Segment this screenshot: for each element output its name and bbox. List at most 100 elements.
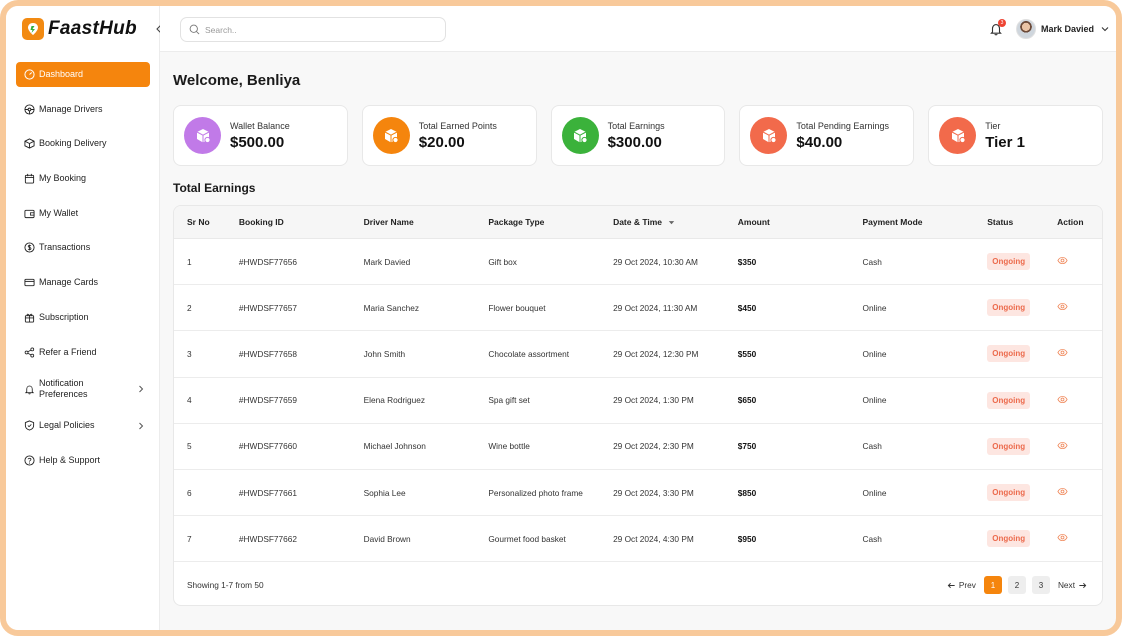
cell-status: Ongoing: [974, 253, 1044, 271]
page-button-1[interactable]: 1: [983, 576, 1002, 594]
sidebar-item-my-wallet[interactable]: My Wallet: [16, 201, 150, 226]
view-icon[interactable]: [1057, 255, 1068, 266]
search-input[interactable]: [205, 24, 425, 35]
prev-page-button[interactable]: Prev: [945, 580, 978, 590]
column-header: Package Type: [488, 217, 545, 227]
stats-row: Wallet Balance $500.00 Total Earned Poin…: [173, 105, 1103, 166]
app-frame: FaastHub Dashboard Manage Drivers Bookin…: [0, 0, 1122, 636]
user-menu[interactable]: Mark Davied: [1016, 18, 1110, 40]
view-icon[interactable]: [1057, 486, 1068, 497]
sidebar-item-help-support[interactable]: Help & Support: [16, 448, 150, 473]
notification-count-badge: 3: [998, 19, 1006, 27]
sidebar-item-manage-drivers[interactable]: Manage Drivers: [16, 97, 150, 122]
column-header-sortable[interactable]: Date & Time: [600, 217, 725, 227]
section-title: Total Earnings: [173, 181, 256, 195]
cell-status: Ongoing: [974, 530, 1044, 548]
cell-status: Ongoing: [974, 299, 1044, 317]
chevron-down-icon: [1101, 27, 1109, 32]
search-box[interactable]: [180, 17, 446, 42]
column-header: Booking ID: [238, 217, 284, 227]
cell-amount: $850: [737, 487, 757, 498]
status-badge: Ongoing: [987, 253, 1031, 271]
cell-date-time: 29 Oct 2024, 2:30 PM: [613, 441, 694, 452]
sidebar-item-label: Transactions: [39, 242, 91, 253]
view-icon[interactable]: [1057, 347, 1068, 358]
stat-card-total-pending-earnings: Total Pending Earnings $40.00: [739, 105, 915, 166]
cell-status: Ongoing: [974, 437, 1044, 455]
cell-amount: $450: [737, 302, 757, 313]
cell-action: [1044, 532, 1102, 545]
cell-amount: $650: [737, 395, 757, 406]
sidebar-item-transactions[interactable]: Transactions: [16, 235, 150, 260]
search-icon: [189, 24, 200, 35]
topbar: 3 Mark Davied: [160, 6, 1116, 52]
cell-amount: $550: [737, 348, 757, 359]
cell-date-time: 29 Oct 2024, 1:30 PM: [613, 395, 694, 406]
cell-date-time: 29 Oct 2024, 3:30 PM: [613, 487, 694, 498]
stat-label: Tier: [985, 120, 1001, 131]
status-badge: Ongoing: [987, 484, 1031, 502]
box-icon: [23, 138, 35, 150]
logo-icon: [22, 18, 44, 40]
cell-booking-id: #HWDSF77662: [238, 533, 298, 544]
cell-booking-id: #HWDSF77658: [238, 348, 298, 359]
cell-driver-name: Sophia Lee: [363, 487, 406, 498]
cell-action: [1044, 255, 1102, 268]
table-row: 6 #HWDSF77661 Sophia Lee Personalized photo…: [174, 470, 1102, 517]
sidebar-item-legal-policies[interactable]: Legal Policies: [16, 413, 150, 438]
cell-payment-mode: Cash: [862, 256, 882, 267]
cell-booking-id: #HWDSF77660: [238, 441, 298, 452]
page-button-2[interactable]: 2: [1007, 576, 1026, 594]
brand-logo[interactable]: FaastHub: [22, 17, 137, 41]
cell-status: Ongoing: [974, 345, 1044, 363]
stat-value: $300.00: [607, 133, 662, 151]
sidebar-item-label: Manage Cards: [39, 277, 99, 288]
column-header: Amount: [737, 217, 770, 227]
bell-icon: [23, 383, 35, 395]
column-header: Payment Mode: [862, 217, 923, 227]
cell-payment-mode: Online: [862, 348, 887, 359]
sidebar-item-notification-preferences[interactable]: Notification Preferences: [16, 374, 150, 404]
sort-desc-icon: [668, 220, 675, 224]
view-icon[interactable]: [1057, 532, 1068, 543]
table-footer: Showing 1-7 from 50 Prev 1 2 3 Next: [174, 565, 1102, 605]
sidebar-item-booking-delivery[interactable]: Booking Delivery: [16, 131, 150, 156]
cell-booking-id: #HWDSF77659: [238, 395, 298, 406]
sidebar-item-my-booking[interactable]: My Booking: [16, 166, 150, 191]
stat-card-tier: Tier Tier 1: [928, 105, 1103, 166]
cell-sr-no: 3: [187, 348, 192, 359]
view-icon[interactable]: [1057, 301, 1068, 312]
arrow-left-icon: [947, 582, 955, 588]
cell-action: [1044, 394, 1102, 407]
sidebar-nav: Dashboard Manage Drivers Booking Deliver…: [16, 62, 150, 483]
sidebar-item-dashboard[interactable]: Dashboard: [16, 62, 150, 87]
sidebar-item-manage-cards[interactable]: Manage Cards: [16, 270, 150, 295]
notifications-button[interactable]: 3: [989, 19, 1006, 36]
table-row: 5 #HWDSF77660 Michael Johnson Wine bottle 29…: [174, 424, 1102, 470]
sidebar-item-label: Dashboard: [39, 69, 84, 79]
status-badge: Ongoing: [987, 391, 1031, 409]
cell-status: Ongoing: [974, 484, 1044, 502]
cell-action: [1044, 301, 1102, 314]
view-icon[interactable]: [1057, 394, 1068, 405]
cell-payment-mode: Cash: [862, 533, 882, 544]
view-icon[interactable]: [1057, 440, 1068, 451]
stat-card-total-earned-points: Total Earned Points $20.00: [361, 105, 537, 166]
user-name: Mark Davied: [1041, 24, 1095, 34]
sidebar-item-label: Subscription: [39, 311, 89, 322]
cell-date-time: 29 Oct 2024, 10:30 AM: [613, 256, 698, 267]
sidebar-item-refer-a-friend[interactable]: Refer a Friend: [16, 340, 150, 365]
sidebar-item-subscription[interactable]: Subscription: [16, 305, 150, 330]
cell-payment-mode: Cash: [862, 441, 882, 452]
cell-driver-name: Mark Davied: [363, 256, 411, 267]
page-button-3[interactable]: 3: [1031, 576, 1050, 594]
sidebar-item-label: Manage Drivers: [39, 103, 103, 114]
gauge-icon: [23, 69, 35, 81]
gift-icon: [23, 311, 35, 323]
cell-package-type: Chocolate assortment: [488, 348, 570, 359]
next-page-button[interactable]: Next: [1056, 580, 1089, 590]
sidebar-item-label: Legal Policies: [39, 420, 95, 431]
cell-amount: $950: [737, 533, 757, 544]
stat-label: Wallet Balance: [230, 120, 290, 131]
shield-icon: [23, 420, 35, 432]
